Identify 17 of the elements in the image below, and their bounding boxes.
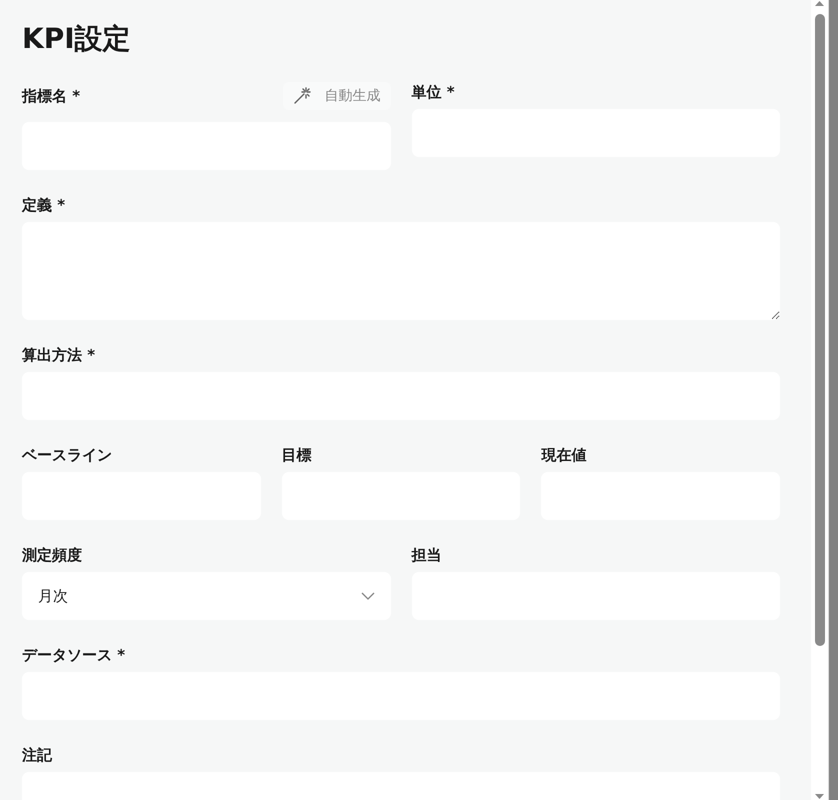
scrollbar[interactable]: [811, 0, 828, 800]
field-label: データソース *: [22, 646, 126, 664]
field-label: 現在値: [541, 446, 586, 464]
field-label: 算出方法 *: [22, 346, 96, 364]
field-label: 担当: [412, 546, 442, 564]
field-label: ベースライン: [22, 446, 112, 464]
field-label: 測定頻度: [22, 546, 82, 564]
field-label: 注記: [22, 746, 52, 764]
text-area[interactable]: [22, 222, 780, 320]
field-label: 定義 *: [22, 196, 66, 214]
chevron-down-icon: [360, 592, 374, 600]
dropdown-field[interactable]: 月次: [22, 572, 390, 620]
field-label: 指標名 *: [22, 86, 80, 106]
field-label: 単位 *: [412, 82, 455, 102]
page-title: KPI設定: [22, 21, 132, 57]
field-label: 目標: [282, 446, 312, 464]
magic-wand-icon: [292, 87, 310, 105]
